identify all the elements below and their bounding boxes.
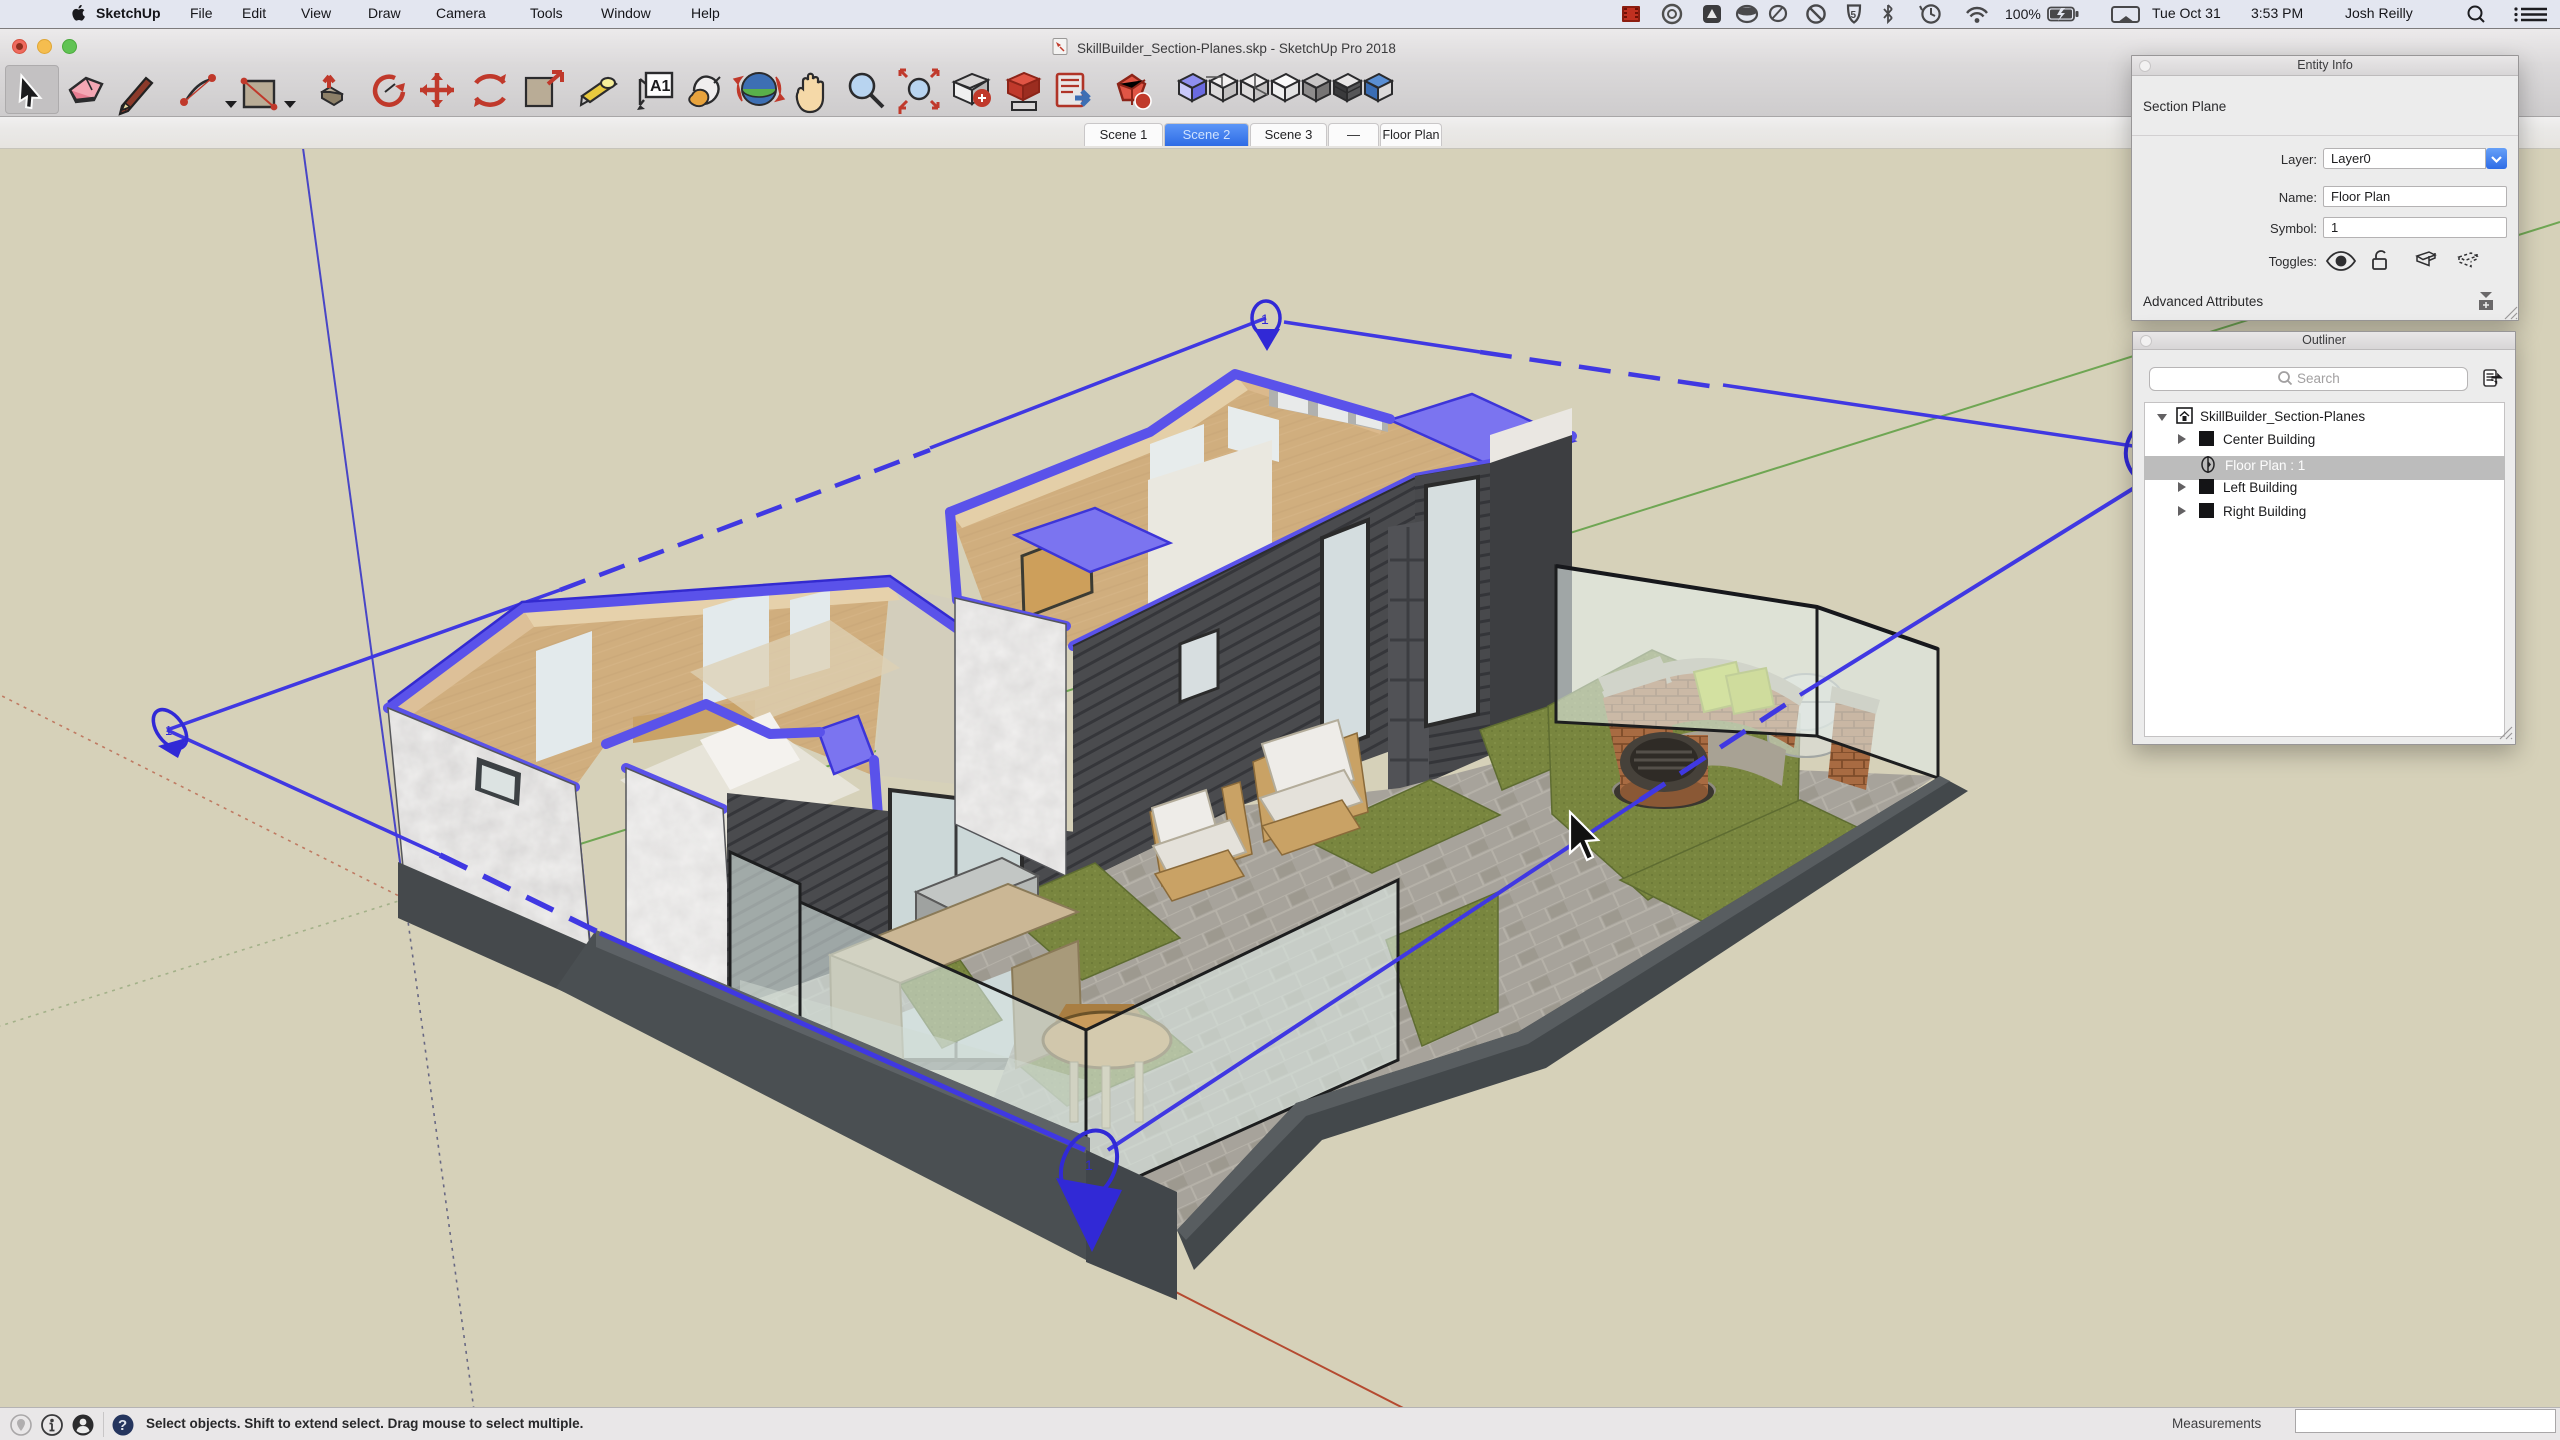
svg-text:1: 1 [165, 723, 172, 738]
svg-text:1: 1 [1261, 311, 1269, 327]
svg-text:A1: A1 [650, 78, 671, 95]
svg-text:100%: 100% [2005, 6, 2041, 22]
svg-text:1: 1 [1085, 1157, 1093, 1173]
svg-text:?: ? [118, 1417, 127, 1434]
svg-text:5: 5 [1851, 10, 1857, 21]
